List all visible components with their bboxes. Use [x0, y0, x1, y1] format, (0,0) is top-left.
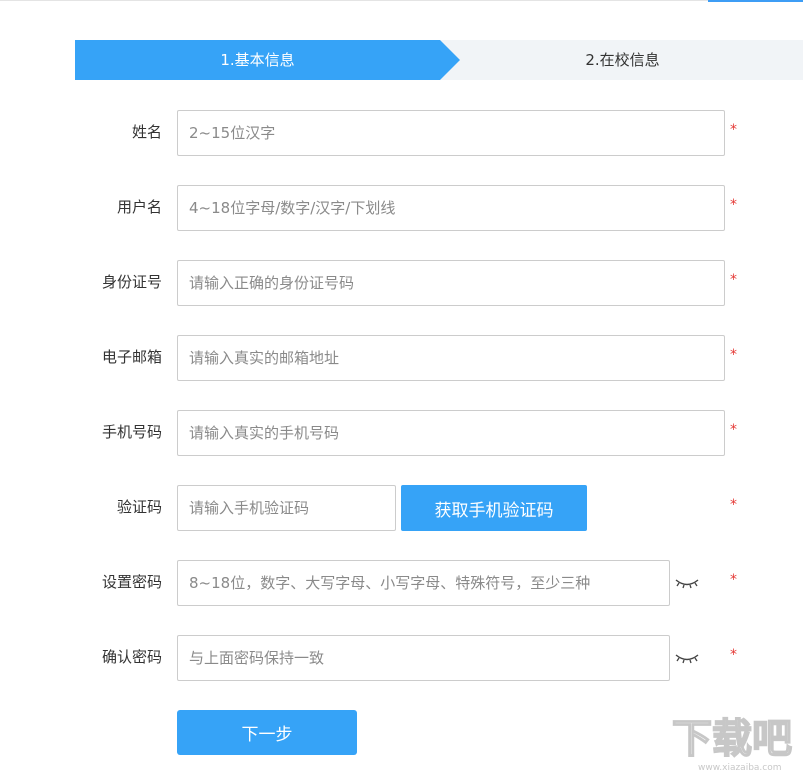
form-row-verify-code: 验证码 获取手机验证码 * [0, 485, 803, 531]
email-input[interactable] [177, 335, 725, 381]
form-row-username: 用户名 * [0, 185, 803, 231]
required-mark: * [730, 347, 737, 363]
required-mark: * [730, 572, 737, 588]
form-row-password: 设置密码 * [0, 560, 803, 606]
phone-input[interactable] [177, 410, 725, 456]
form-row-id-number: 身份证号 * [0, 260, 803, 306]
step-school-info: 2.在校信息 [585, 51, 660, 69]
password-input[interactable] [177, 560, 670, 606]
top-divider [0, 0, 803, 1]
required-mark: * [730, 647, 737, 663]
username-input[interactable] [177, 185, 725, 231]
required-mark: * [730, 272, 737, 288]
email-label: 电子邮箱 [101, 348, 162, 366]
name-label: 姓名 [131, 123, 162, 141]
confirm-password-input[interactable] [177, 635, 670, 681]
required-mark: * [730, 497, 737, 513]
form-row-confirm-password: 确认密码 * [0, 635, 803, 681]
eye-closed-icon[interactable] [674, 648, 700, 668]
svg-text:下载吧: 下载吧 [672, 716, 792, 762]
id-number-label: 身份证号 [101, 273, 162, 291]
form-row-email: 电子邮箱 * [0, 335, 803, 381]
name-input[interactable] [177, 110, 725, 156]
top-accent-bar [708, 0, 803, 2]
svg-text:www.xiazaiba.com: www.xiazaiba.com [698, 763, 782, 773]
eye-closed-icon[interactable] [674, 573, 700, 593]
form-row-name: 姓名 * [0, 110, 803, 156]
username-label: 用户名 [116, 198, 162, 216]
step-basic-info: 1.基本信息 [220, 51, 295, 69]
verify-code-label: 验证码 [116, 498, 162, 516]
step-progress-bar: 1.基本信息 2.在校信息 [75, 40, 803, 80]
get-sms-code-button[interactable]: 获取手机验证码 [401, 485, 587, 531]
verify-code-input[interactable] [177, 485, 396, 531]
required-mark: * [730, 197, 737, 213]
id-number-input[interactable] [177, 260, 725, 306]
site-watermark-logo: 下载吧 www.xiazaiba.com [671, 715, 793, 773]
confirm-password-label: 确认密码 [101, 648, 162, 666]
required-mark: * [730, 422, 737, 438]
password-label: 设置密码 [101, 573, 162, 591]
next-step-button[interactable]: 下一步 [177, 710, 357, 755]
required-mark: * [730, 122, 737, 138]
form-row-phone: 手机号码 * [0, 410, 803, 456]
phone-label: 手机号码 [101, 423, 162, 441]
